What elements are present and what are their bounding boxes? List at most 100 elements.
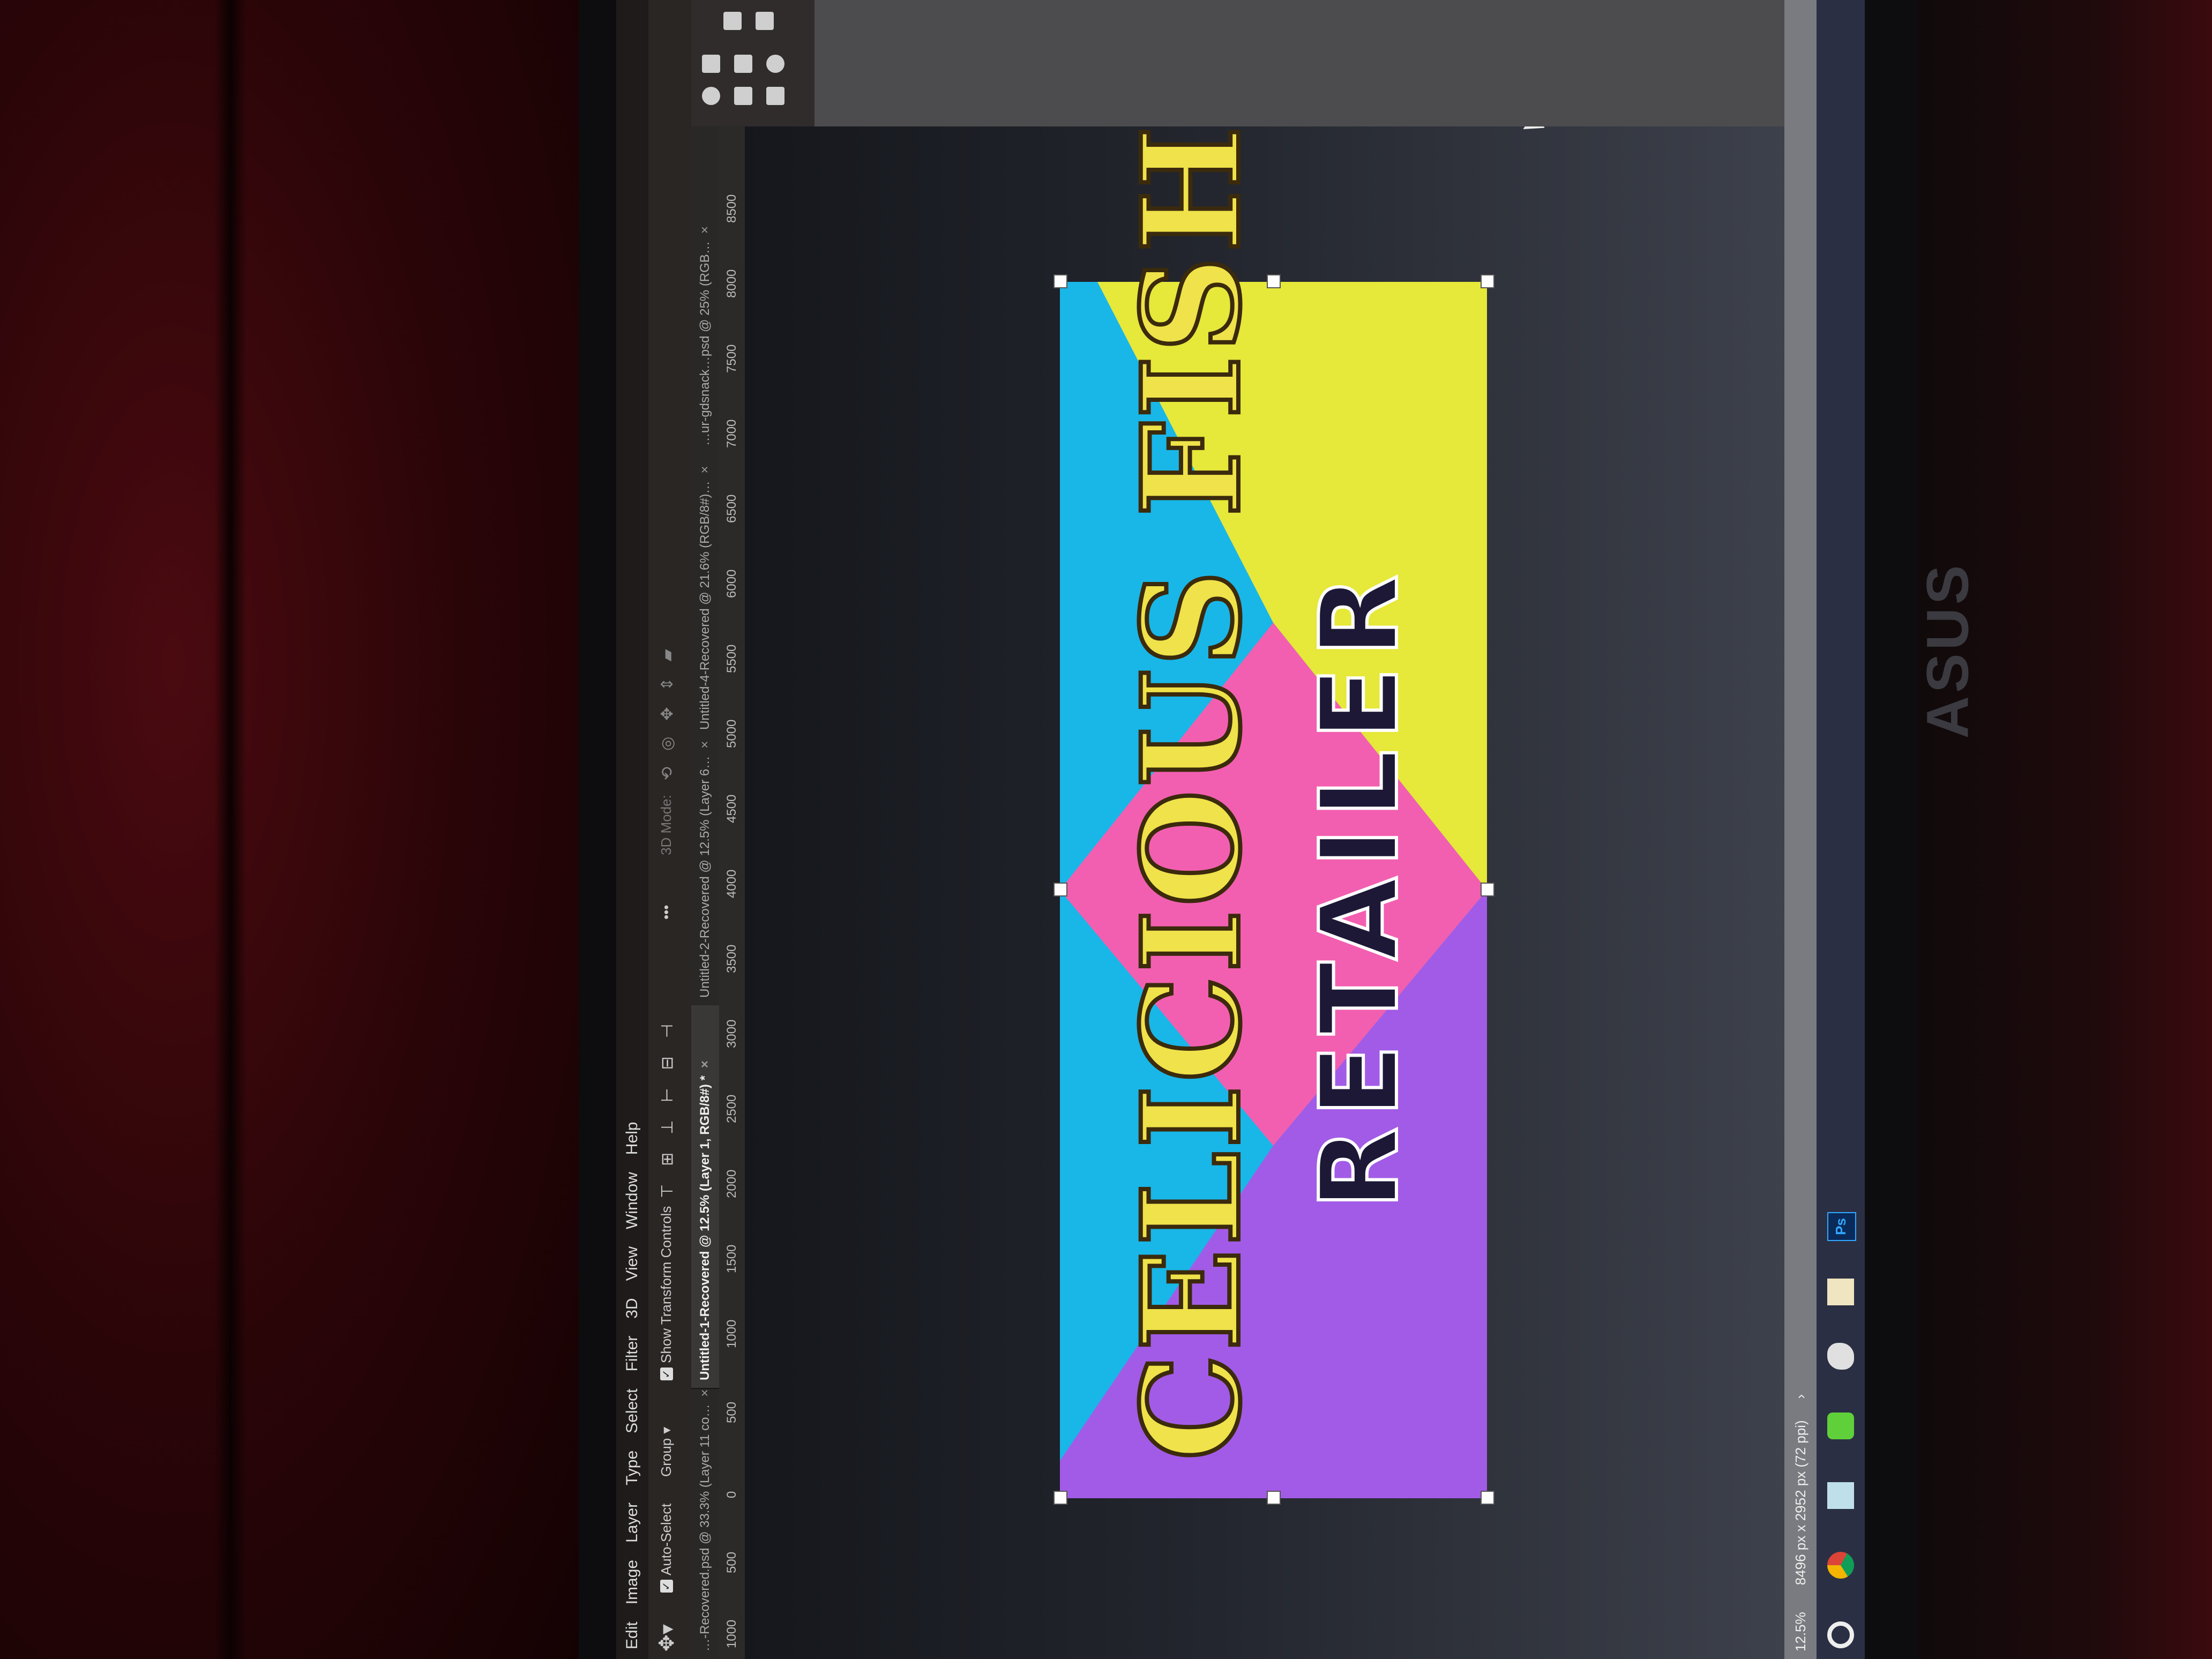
show-transform-controls-checkbox[interactable]: ✓ Show Transform Controls xyxy=(658,1206,675,1380)
banner-subtitle-text: RETAILER xyxy=(1296,564,1424,1212)
close-icon[interactable]: × xyxy=(698,1060,712,1068)
ruler-label: 500 xyxy=(724,1551,739,1573)
close-icon[interactable]: × xyxy=(698,1389,712,1397)
ruler-label: 1000 xyxy=(724,1319,739,1348)
file-explorer-icon[interactable] xyxy=(1827,1279,1854,1305)
layers-panel-icon[interactable] xyxy=(766,55,784,73)
close-icon[interactable]: × xyxy=(698,466,712,473)
status-expand-arrow[interactable]: › xyxy=(1792,1394,1809,1399)
menu-view[interactable]: View xyxy=(623,1246,641,1281)
fish-app-icon[interactable] xyxy=(1827,1343,1854,1370)
canvas-area: CELICIOUS FISH RETAILER xyxy=(745,0,1784,1659)
menu-help[interactable]: Help xyxy=(623,1122,641,1155)
ruler-label: 8000 xyxy=(724,269,739,298)
auto-select-checkbox[interactable]: ✓ Auto-Select xyxy=(658,1504,675,1593)
align-top-icon[interactable]: ⊤ xyxy=(658,1184,677,1198)
3d-pan-icon[interactable]: ✥ xyxy=(658,707,677,721)
ruler-label: 3000 xyxy=(724,1019,739,1048)
ruler-label: 500 xyxy=(724,1401,739,1423)
menu-bar: Edit Image Layer Type Select Filter 3D V… xyxy=(616,0,648,1659)
right-panel xyxy=(691,0,1784,126)
chrome-icon[interactable] xyxy=(1827,1552,1854,1579)
more-options-button[interactable]: ••• xyxy=(658,905,675,920)
ruler-label: 8500 xyxy=(724,194,739,223)
3d-mode-label: 3D Mode: xyxy=(658,795,674,855)
tab-document-3[interactable]: Untitled-2-Recovered @ 12.5% (Layer 6… × xyxy=(691,735,719,1005)
ruler-label: 2000 xyxy=(724,1169,739,1198)
photoshop-icon[interactable]: Ps xyxy=(1827,1212,1856,1241)
menu-type[interactable]: Type xyxy=(623,1451,641,1485)
menu-window[interactable]: Window xyxy=(623,1172,641,1229)
ruler-label: 5000 xyxy=(724,719,739,748)
ruler-label: 7500 xyxy=(724,344,739,373)
tab-document-1[interactable]: …-Recovered.psd @ 33.3% (Layer 11 co… × xyxy=(691,1388,719,1659)
move-tool-icon[interactable]: ✥▾ xyxy=(655,1624,679,1651)
horizontal-ruler: 1000 500 0 500 1000 1500 2000 2500 3000 3500 4000 4… xyxy=(719,0,745,1659)
group-dropdown-value: Group xyxy=(658,1438,674,1477)
menu-image[interactable]: Image xyxy=(623,1560,641,1604)
close-icon[interactable]: × xyxy=(698,741,712,749)
ruler-label: 6500 xyxy=(724,494,739,523)
3d-scale-icon[interactable]: ▰ xyxy=(658,649,677,661)
properties-panel-icon[interactable] xyxy=(702,55,720,73)
transform-handle[interactable] xyxy=(1053,883,1067,896)
transform-handle[interactable] xyxy=(1481,1491,1494,1505)
paths-panel-icon[interactable] xyxy=(756,12,774,30)
notepad-icon[interactable] xyxy=(1827,1413,1854,1439)
tab-label: …-Recovered.psd @ 33.3% (Layer 11 co… xyxy=(698,1404,712,1651)
menu-select[interactable]: Select xyxy=(623,1388,641,1433)
3d-mode-tools: ⟲ ◎ ✥ ⇕ ▰ xyxy=(658,649,677,780)
fabric-fold xyxy=(214,0,246,1659)
close-icon[interactable]: × xyxy=(698,226,712,234)
document-tabs: …-Recovered.psd @ 33.3% (Layer 11 co… × U… xyxy=(691,0,719,1659)
chevron-down-icon: ▾ xyxy=(658,1426,674,1434)
auto-select-label: Auto-Select xyxy=(658,1503,674,1575)
menu-filter[interactable]: Filter xyxy=(623,1336,641,1372)
menu-3d[interactable]: 3D xyxy=(623,1298,641,1318)
menu-layer[interactable]: Layer xyxy=(623,1503,641,1543)
transform-handle[interactable] xyxy=(1481,274,1494,288)
checkbox-checked-icon: ✓ xyxy=(660,1367,673,1380)
transform-handle[interactable] xyxy=(1053,274,1067,288)
channels-panel-icon[interactable] xyxy=(723,12,742,30)
align-buttons: ⊤ ⊞ ⊥ ⊢ ⊟ ⊣ xyxy=(658,1024,677,1198)
transform-handle[interactable] xyxy=(1053,1491,1067,1505)
checkbox-checked-icon: ✓ xyxy=(660,1580,673,1593)
banner-title-text: CELICIOUS FISH xyxy=(1110,121,1272,1463)
align-left-icon[interactable]: ⊢ xyxy=(658,1088,677,1102)
gradients-panel-icon[interactable] xyxy=(766,87,784,105)
align-bottom-icon[interactable]: ⊥ xyxy=(658,1120,677,1134)
transform-handle[interactable] xyxy=(1267,1491,1281,1505)
transform-handle[interactable] xyxy=(1481,883,1494,896)
align-hcenter-icon[interactable]: ⊟ xyxy=(658,1056,677,1070)
tab-label: Untitled-2-Recovered @ 12.5% (Layer 6… xyxy=(698,756,712,998)
transform-handle[interactable] xyxy=(1267,274,1281,288)
align-vcenter-icon[interactable]: ⊞ xyxy=(658,1153,677,1166)
tab-document-4[interactable]: Untitled-4-Recovered @ 21.6% (RGB/8#)… × xyxy=(691,451,719,737)
group-dropdown[interactable]: Group ▾ xyxy=(658,1427,675,1477)
tab-document-5[interactable]: …ur-gdsnack…psd @ 25% (RGB… × xyxy=(691,124,719,453)
adjustments-panel-icon[interactable] xyxy=(734,55,752,73)
image-viewer-icon[interactable] xyxy=(1827,1482,1854,1509)
swatches-panel-icon[interactable] xyxy=(734,87,752,105)
cortana-icon[interactable] xyxy=(1827,1621,1854,1648)
monitor-brand-logo: ASUS xyxy=(1915,562,1981,739)
align-right-icon[interactable]: ⊣ xyxy=(658,1024,677,1038)
zoom-level[interactable]: 12.5% xyxy=(1792,1612,1809,1651)
tab-document-2[interactable]: Untitled-1-Recovered @ 12.5% (Layer 1, R… xyxy=(691,1005,719,1388)
status-bar: 12.5% 8496 px x 2952 px (72 ppi) › xyxy=(1784,0,1817,1659)
options-bar: ✥▾ ✓ Auto-Select Group ▾ ✓ Show Transfor… xyxy=(648,0,691,1659)
3d-roll-icon[interactable]: ◎ xyxy=(658,737,677,751)
document-size: 8496 px x 2952 px (72 ppi) xyxy=(1792,1420,1809,1586)
ruler-label: 5500 xyxy=(724,644,739,673)
panel-icon-strip xyxy=(691,0,814,126)
banner-artwork[interactable]: CELICIOUS FISH RETAILER xyxy=(1053,121,1494,1505)
background-fabric xyxy=(0,0,579,1659)
3d-slide-icon[interactable]: ⇕ xyxy=(658,677,677,691)
3d-rotate-icon[interactable]: ⟲ xyxy=(658,767,677,780)
menu-edit[interactable]: Edit xyxy=(623,1621,641,1649)
tab-label: Untitled-1-Recovered @ 12.5% (Layer 1, R… xyxy=(698,1075,712,1380)
tab-label: Untitled-4-Recovered @ 21.6% (RGB/8#)… xyxy=(698,481,712,730)
color-panel-icon[interactable] xyxy=(702,87,720,105)
show-transform-label: Show Transform Controls xyxy=(658,1206,674,1363)
